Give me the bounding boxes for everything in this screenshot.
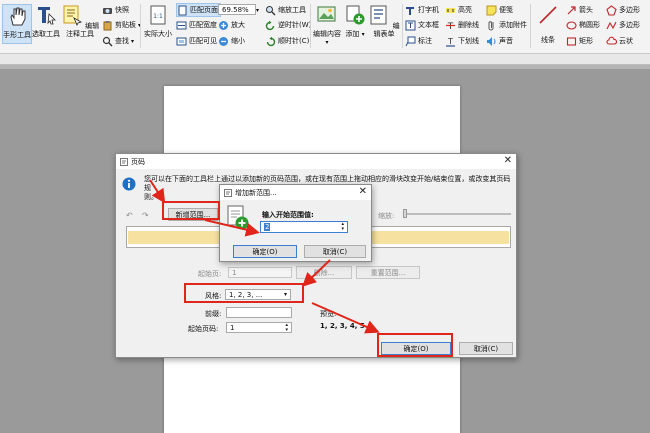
arrow-to-ok [311, 302, 380, 334]
arrow-to-new-range [149, 179, 166, 204]
arrow-to-input [204, 219, 260, 237]
arrow-to-style [302, 259, 331, 287]
annotation-arrows [149, 179, 380, 334]
